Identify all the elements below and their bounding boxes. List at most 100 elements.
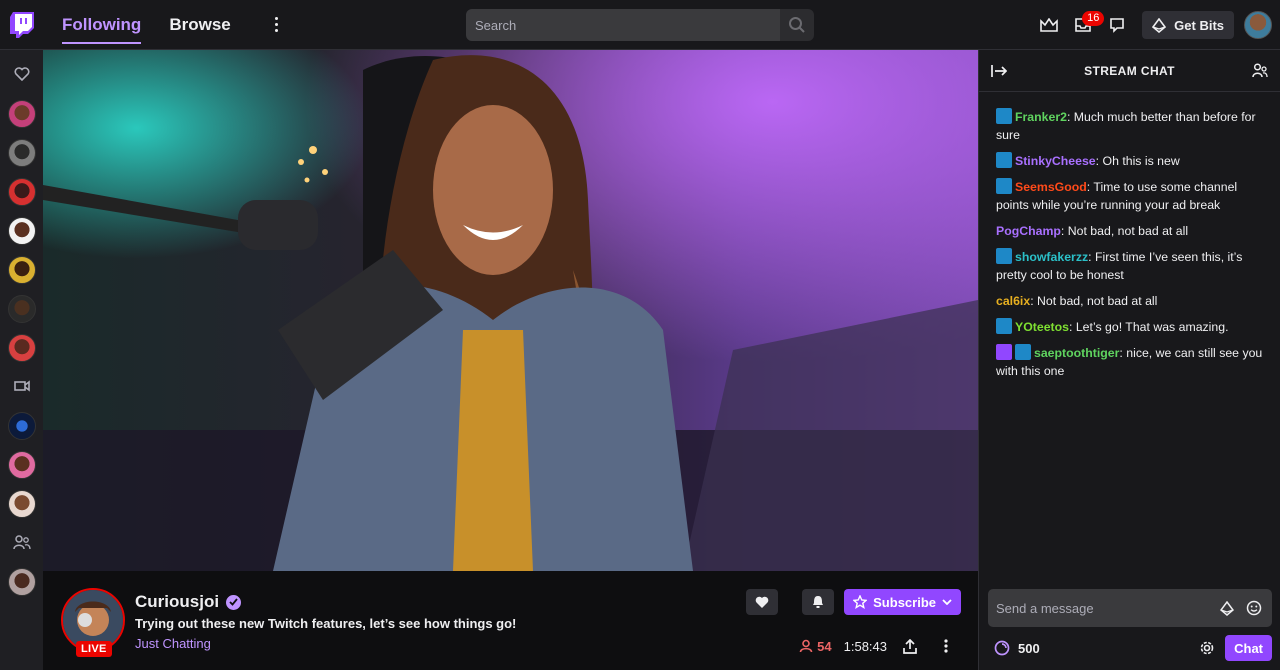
following-link[interactable]: Following [62, 0, 142, 50]
recommended-channels-camera-icon[interactable] [7, 371, 37, 401]
chat-separator: : [1060, 224, 1068, 238]
chat-message: cal6ix: Not bad, not bad at all [996, 292, 1263, 310]
heart-icon [755, 596, 769, 608]
followed-channel-avatar[interactable] [7, 256, 36, 284]
chat-username[interactable]: PogChamp [996, 224, 1061, 238]
chat-message: showfakerzz: First time I’ve seen this, … [996, 248, 1263, 284]
chat-message: Franker2: Much much better than before f… [996, 108, 1263, 144]
chat-message-text: Oh this is new [1102, 154, 1180, 168]
friends-icon[interactable] [7, 527, 37, 557]
channel-points-button[interactable]: 500 [994, 640, 1040, 656]
vertical-dots-icon [944, 639, 948, 653]
recommended-channel-avatar[interactable] [7, 490, 36, 518]
viewers-icon [799, 639, 813, 653]
subscriber-crown-badge-icon[interactable] [996, 152, 1012, 168]
chat-username[interactable]: Franker2 [1015, 110, 1067, 124]
user-avatar[interactable] [1244, 11, 1272, 39]
subscriber-crown-badge-icon[interactable] [996, 318, 1012, 334]
followed-channel-avatar[interactable] [7, 217, 36, 245]
subscriber-crown-badge-icon[interactable] [996, 178, 1012, 194]
chat-panel: STREAM CHAT Franker2: Much much better t… [978, 50, 1280, 670]
whispers-button[interactable] [1100, 8, 1134, 42]
subscribe-label: Subscribe [873, 594, 936, 610]
notifications-button[interactable]: 16 [1066, 8, 1105, 42]
followed-channel-avatar[interactable] [7, 178, 36, 206]
viewer-count-value: 54 [817, 638, 832, 654]
search-input[interactable] [466, 9, 780, 41]
followed-channel-avatar[interactable] [7, 334, 36, 362]
chat-message: SeemsGood: Time to use some channel poin… [996, 178, 1263, 214]
streamer-name[interactable]: Curiousjoi [135, 592, 219, 612]
top-navigation: Following Browse 16 Get Bits [0, 0, 1280, 50]
bell-icon [813, 596, 824, 608]
chat-username[interactable]: cal6ix [996, 294, 1030, 308]
friend-avatar[interactable] [7, 568, 36, 596]
channel-points-icon [994, 640, 1010, 656]
search-icon [789, 17, 805, 33]
stream-title: Trying out these new Twitch features, le… [135, 616, 517, 631]
chat-message-text: Not bad, not bad at all [1037, 294, 1158, 308]
followed-channels-heart-icon[interactable] [7, 59, 37, 89]
stream-category-link[interactable]: Just Chatting [135, 636, 211, 651]
more-menu-icon[interactable] [269, 17, 285, 32]
star-icon [853, 595, 868, 609]
chat-message: StinkyCheese: Oh this is new [996, 152, 1263, 170]
search-button[interactable] [780, 9, 814, 41]
viewer-count: 54 [799, 638, 832, 654]
stream-uptime: 1:58:43 [843, 638, 887, 654]
video-player[interactable] [43, 50, 978, 571]
crown-icon [1040, 18, 1058, 32]
subscriber-crown-badge-icon[interactable] [996, 248, 1012, 264]
chat-username[interactable]: StinkyCheese [1015, 154, 1096, 168]
chat-message-input[interactable] [996, 600, 1220, 616]
search-bar [466, 9, 814, 41]
follow-button[interactable] [746, 589, 779, 615]
sidebar [0, 50, 43, 670]
stream-actions: Subscribe [746, 589, 961, 615]
live-badge: LIVE [76, 641, 112, 657]
chat-separator: : [1069, 320, 1076, 334]
followed-channel-avatar[interactable] [7, 139, 36, 167]
vip-star-badge-icon[interactable] [996, 344, 1012, 360]
browse-link[interactable]: Browse [169, 0, 230, 50]
chat-message-text: Let’s go! That was amazing. [1075, 320, 1229, 334]
subscriber-crown-badge-icon[interactable] [1015, 344, 1031, 360]
subscriber-crown-badge-icon[interactable] [996, 108, 1012, 124]
chat-settings-gear-icon[interactable] [1199, 640, 1215, 656]
more-options-button[interactable] [931, 629, 961, 663]
get-bits-label: Get Bits [1174, 17, 1224, 33]
stream-video-frame [43, 50, 978, 571]
chat-message-text: Not bad, not bad at all [1067, 224, 1189, 238]
prime-crown-button[interactable] [1032, 8, 1066, 42]
share-button[interactable] [895, 629, 925, 663]
bits-icon[interactable] [1220, 600, 1234, 616]
whisper-icon [1110, 18, 1124, 33]
chat-message: YOteetos: Let’s go! That was amazing. [996, 318, 1263, 336]
recommended-channel-avatar[interactable] [7, 412, 36, 440]
emote-picker-icon[interactable] [1246, 600, 1262, 616]
twitch-logo-icon[interactable] [10, 11, 34, 38]
chat-username[interactable]: saeptoothtiger [1034, 346, 1119, 360]
chat-username[interactable]: showfakerzz [1015, 250, 1088, 264]
chat-send-button[interactable]: Chat [1225, 635, 1272, 661]
chat-username[interactable]: SeemsGood [1015, 180, 1087, 194]
community-users-icon[interactable] [1252, 63, 1268, 78]
get-bits-button[interactable]: Get Bits [1142, 11, 1234, 39]
chat-footer: 500 Chat [988, 635, 1272, 661]
chat-messages: Franker2: Much much better than before f… [979, 92, 1280, 380]
followed-channel-avatar[interactable] [7, 295, 36, 323]
chat-message: saeptoothtiger: nice, we can still see y… [996, 344, 1263, 380]
chevron-down-icon [942, 599, 952, 605]
chat-username[interactable]: YOteetos [1015, 320, 1069, 334]
chat-title: STREAM CHAT [1084, 63, 1175, 78]
channel-points-value: 500 [1018, 640, 1040, 656]
chat-separator: : [1088, 250, 1095, 264]
share-icon [903, 638, 917, 654]
chat-message: PogChamp: Not bad, not bad at all [996, 222, 1263, 240]
recommended-channel-avatar[interactable] [7, 451, 36, 479]
collapse-chat-icon[interactable] [991, 64, 1007, 78]
followed-channel-avatar[interactable] [7, 100, 36, 128]
bits-icon [1152, 17, 1167, 33]
subscribe-button[interactable]: Subscribe [844, 589, 961, 615]
notifications-bell-button[interactable] [802, 589, 835, 615]
